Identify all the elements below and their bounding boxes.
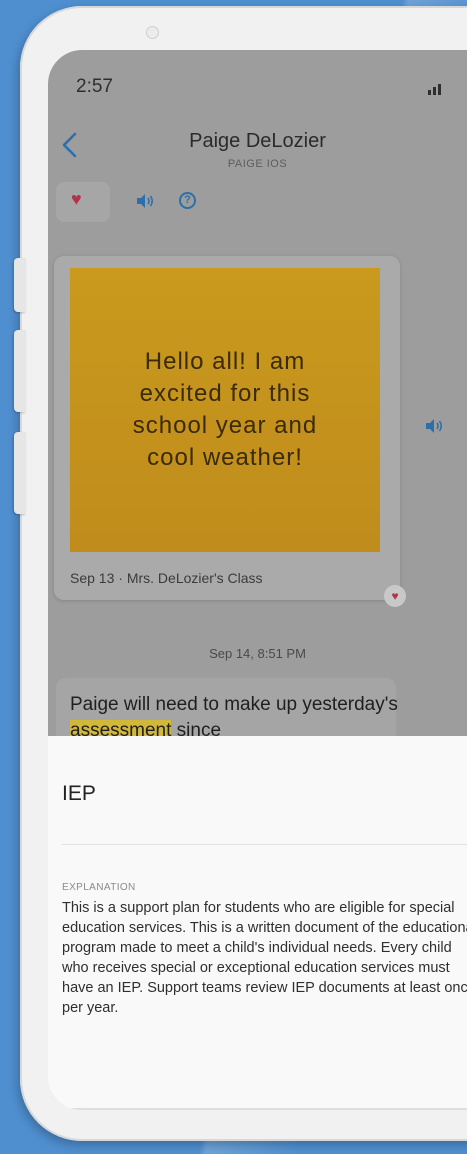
post-caption: Sep 13 · Mrs. DeLozier's Class xyxy=(70,570,263,586)
sheet-bottom-divider xyxy=(48,1108,467,1110)
phone-side-button-volume-down xyxy=(14,432,26,514)
contact-subtitle: PAIGE IOS xyxy=(227,158,288,170)
explanation-text: This is a support plan for students who … xyxy=(62,900,467,1016)
post-message: Hello all! I am excited for this school … xyxy=(132,348,318,471)
sheet-title: IEP xyxy=(62,782,96,805)
sheet-divider xyxy=(62,844,467,845)
phone-side-button-volume-up xyxy=(14,330,26,412)
help-circle-icon[interactable]: ? xyxy=(179,192,196,209)
signal-bars-icon xyxy=(428,84,441,95)
reaction-bar xyxy=(56,182,110,222)
speaker-icon[interactable] xyxy=(135,193,155,209)
dimmed-conversation[interactable]: 2:57 Paige DeLozier PAIGE IOS ♥ ? Hello … xyxy=(48,50,467,758)
status-time: 2:57 xyxy=(76,76,113,97)
phone-screen: 2:57 Paige DeLozier PAIGE IOS ♥ ? Hello … xyxy=(48,50,467,1110)
front-camera xyxy=(146,26,159,39)
phone-side-button-mute xyxy=(14,258,26,312)
message-text-before: Paige will need to make up yesterday's xyxy=(70,694,398,715)
contact-name: Paige DeLozier xyxy=(189,130,326,152)
message-timestamp: Sep 14, 8:51 PM xyxy=(209,646,306,661)
post-image[interactable]: Hello all! I am excited for this school … xyxy=(70,268,380,552)
speaker-icon[interactable] xyxy=(424,418,444,434)
definition-sheet: IEP EXPLANATION This is a support plan f… xyxy=(48,736,467,1110)
heart-icon[interactable]: ♥ xyxy=(384,585,406,607)
explanation-label: EXPLANATION xyxy=(62,882,136,893)
heart-icon[interactable]: ♥ xyxy=(71,190,82,208)
